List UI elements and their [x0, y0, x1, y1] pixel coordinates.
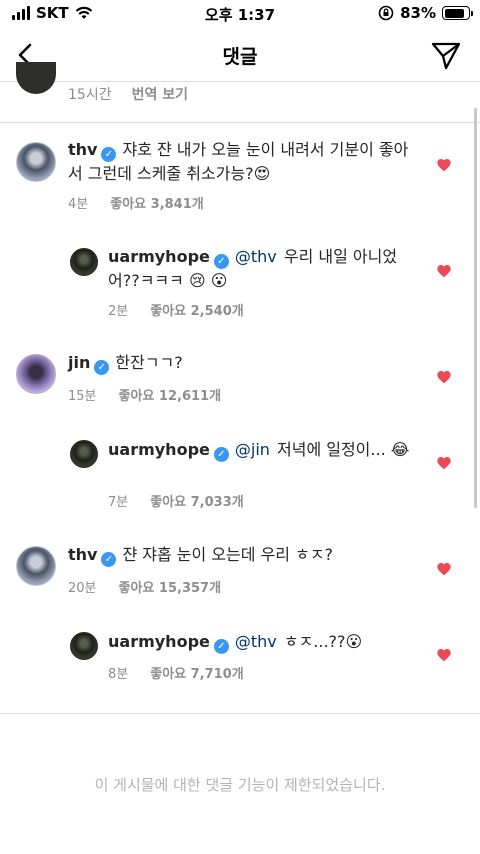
comment-text: thv ✓ 쟈호 쟌 내가 오늘 눈이 내려서 기분이 좋아서 그런데 스케줄 취소…	[68, 138, 418, 186]
comment-text: uarmyhope ✓ @thv ㅎㅈ...??😮	[108, 630, 413, 654]
verified-badge-icon: ✓	[213, 254, 229, 269]
comment-meta: 4분 좋아요 3,841개	[68, 193, 204, 212]
orientation-lock-icon	[378, 5, 394, 21]
verified-badge-icon: ✓	[101, 552, 117, 567]
comment-time: 8분	[108, 667, 129, 682]
comment-time: 15시간	[68, 87, 112, 103]
paper-plane-icon	[431, 42, 461, 70]
comment-text: thv ✓ 쟌 쟈홉 눈이 오는데 우리 ㅎㅈ?	[68, 543, 418, 567]
username[interactable]: uarmyhope	[108, 440, 210, 459]
mention-link[interactable]: @thv	[235, 632, 277, 651]
emoji: 😢 😮	[188, 271, 228, 290]
header: 댓글	[0, 28, 480, 82]
comment-body: 저녁에 일정이...	[277, 440, 386, 459]
battery-icon	[442, 6, 473, 20]
likes-count[interactable]: 좋아요 3,841개	[110, 193, 204, 212]
avatar[interactable]	[70, 440, 98, 468]
comment-meta: 2분 좋아요 2,540개	[108, 300, 244, 319]
username[interactable]: uarmyhope	[108, 247, 210, 266]
username[interactable]: uarmyhope	[108, 632, 210, 651]
divider	[0, 122, 480, 123]
likes-count[interactable]: 좋아요 2,540개	[150, 300, 244, 319]
status-bar: SKT 오후 1:37 83%	[0, 0, 480, 28]
status-right: 83%	[378, 4, 473, 22]
comment-text: jin ✓ 한잔ㄱㄱ?	[68, 351, 418, 375]
heart-icon[interactable]	[436, 369, 452, 385]
verified-badge-icon: ✓	[213, 447, 229, 462]
avatar[interactable]	[70, 248, 98, 276]
avatar[interactable]	[16, 142, 56, 182]
comment-meta: 8분 좋아요 7,710개	[108, 663, 244, 682]
comment-meta: 15분 좋아요 12,611개	[68, 385, 221, 404]
comment-time: 4분	[68, 197, 89, 212]
divider	[0, 713, 480, 714]
comment-meta: 15시간 번역 보기	[68, 84, 188, 104]
heart-icon[interactable]	[436, 455, 452, 471]
battery-percent: 83%	[400, 4, 436, 22]
comment-time: 15분	[68, 389, 97, 404]
heart-icon[interactable]	[436, 561, 452, 577]
comment-text: uarmyhope ✓ @thv 우리 내일 아니었어??ㅋㅋㅋ 😢 😮	[108, 245, 413, 293]
comment-time: 7분	[108, 495, 129, 510]
username[interactable]: thv	[68, 545, 97, 564]
comment-time: 20분	[68, 581, 97, 596]
verified-badge-icon: ✓	[94, 360, 110, 375]
scrollbar[interactable]	[474, 108, 477, 508]
comment-text: uarmyhope ✓ @jin 저녁에 일정이... 😂	[108, 438, 413, 462]
comment-meta: 20분 좋아요 15,357개	[68, 577, 221, 596]
heart-icon[interactable]	[436, 647, 452, 663]
avatar[interactable]	[16, 546, 56, 586]
comment-body: 쟈호 쟌 내가 오늘 눈이 내려서 기분이 좋아서 그런데 스케줄 취소가능?	[68, 140, 409, 183]
mention-link[interactable]: @thv	[235, 247, 277, 266]
likes-count[interactable]: 좋아요 7,710개	[150, 663, 244, 682]
verified-badge-icon: ✓	[101, 147, 117, 162]
likes-count[interactable]: 좋아요 12,611개	[119, 385, 222, 404]
comment-time: 2분	[108, 304, 129, 319]
emoji: 😂	[390, 440, 410, 459]
comments-restricted-notice: 이 게시물에 대한 댓글 기능이 제한되었습니다.	[94, 776, 386, 794]
avatar[interactable]	[70, 632, 98, 660]
verified-badge-icon: ✓	[213, 639, 229, 654]
comment-body: 쟌 쟈홉 눈이 오는데 우리 ㅎㅈ?	[122, 545, 334, 564]
likes-count[interactable]: 좋아요 7,033개	[150, 491, 244, 510]
avatar[interactable]	[16, 354, 56, 394]
comment-meta: 7분 좋아요 7,033개	[108, 491, 244, 510]
username[interactable]: jin	[68, 353, 90, 372]
comment-body: 한잔ㄱㄱ?	[115, 353, 183, 372]
emoji: 😮	[345, 632, 363, 651]
emoji: 😍	[253, 164, 271, 183]
avatar[interactable]	[16, 62, 56, 94]
share-button[interactable]	[430, 39, 462, 71]
mention-link[interactable]: @jin	[235, 440, 270, 459]
translate-link[interactable]: 번역 보기	[132, 84, 188, 104]
heart-icon[interactable]	[436, 157, 452, 173]
comment-body: ㅎㅈ...??	[283, 632, 346, 651]
likes-count[interactable]: 좋아요 15,357개	[119, 577, 222, 596]
username[interactable]: thv	[68, 140, 97, 159]
page-title: 댓글	[222, 46, 258, 68]
heart-icon[interactable]	[436, 263, 452, 279]
